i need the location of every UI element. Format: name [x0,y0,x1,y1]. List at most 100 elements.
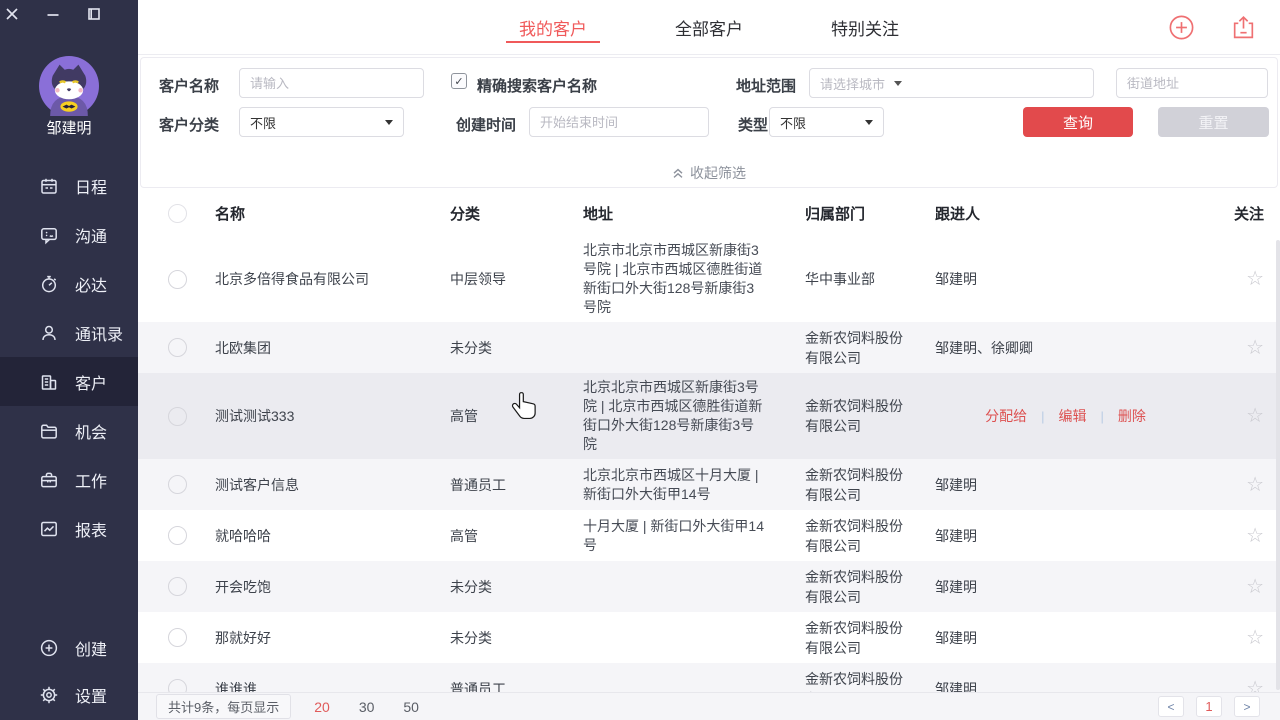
maximize-icon[interactable] [87,7,101,21]
customer-address [583,582,805,592]
customer-name-label: 客户名称 [159,75,219,96]
customer-name: 测试客户信息 [215,475,450,495]
table-body: 北京多倍得食品有限公司 中层领导 北京市北京市西城区新康街3号院 | 北京市西城… [138,236,1280,692]
star-icon[interactable]: ☆ [1246,474,1264,496]
create-time-input[interactable] [529,107,709,137]
exact-search-label: 精确搜索客户名称 [477,75,597,96]
exact-search-checkbox[interactable]: ✓ [451,73,467,89]
tab-特别关注[interactable]: 特别关注 [826,0,904,54]
type-select[interactable]: 不限 [769,107,884,137]
sidebar-item-客户[interactable]: 客户 [0,357,138,406]
sidebar-item-必达[interactable]: 必达 [0,259,138,308]
customer-follower: 邹建明 [935,679,1204,693]
row-select-radio[interactable] [168,338,187,357]
pagination-bar: 共计9条，每页显示 203050 < 1 > [138,692,1280,720]
sidebar-item-沟通[interactable]: 沟通 [0,210,138,259]
calendar-icon [38,175,60,197]
customer-category: 高管 [450,406,583,426]
street-address-input[interactable] [1116,68,1268,98]
sidebar-item-通讯录[interactable]: 通讯录 [0,308,138,357]
export-icon[interactable] [1231,14,1256,41]
row-action-分配给[interactable]: 分配给 [985,406,1027,426]
customer-department: 金新农饲料股份有限公司 [805,396,935,436]
filter-panel: 客户名称 ✓ 精确搜索客户名称 地址范围 请选择城市 客户分类 不限 创建时间 … [140,57,1278,188]
table-row[interactable]: 就哈哈哈 高管 十月大厦 | 新街口外大街甲14号 金新农饲料股份有限公司 邹建… [138,510,1280,561]
customer-department: 金新农饲料股份有限公司 [805,465,935,505]
customer-address: 北京北京市西城区十月大厦 | 新街口外大街甲14号 [583,461,805,509]
row-action-删除[interactable]: 删除 [1118,406,1146,426]
tab-我的客户[interactable]: 我的客户 [514,0,592,54]
avatar[interactable] [39,56,99,116]
minimize-icon[interactable] [46,7,60,21]
table-row[interactable]: 开会吃饱 未分类 金新农饲料股份有限公司 邹建明 ☆ [138,561,1280,612]
customer-name: 谁谁谁 [215,679,450,693]
window-controls [5,7,101,21]
search-button[interactable]: 查询 [1023,107,1133,137]
sidebar-item-工作[interactable]: 工作 [0,455,138,504]
star-icon[interactable]: ☆ [1246,627,1264,649]
table-row[interactable]: 测试客户信息 普通员工 北京北京市西城区十月大厦 | 新街口外大街甲14号 金新… [138,459,1280,510]
header-category: 分类 [450,203,583,224]
close-icon[interactable] [5,7,19,21]
scrollbar-thumb[interactable] [1276,240,1280,690]
tab-全部客户[interactable]: 全部客户 [670,0,748,54]
row-select-radio[interactable] [168,526,187,545]
row-select-radio[interactable] [168,628,187,647]
customer-department: 金新农饲料股份有限公司 [805,618,935,658]
topbar: 我的客户 全部客户 特别关注 [138,0,1280,55]
table-row[interactable]: 北欧集团 未分类 金新农饲料股份有限公司 邹建明、徐卿卿 ☆ [138,322,1280,373]
create-time-label: 创建时间 [456,114,516,135]
current-page-button[interactable]: 1 [1196,696,1222,717]
page-size-50[interactable]: 50 [403,699,419,715]
sidebar-item-日程[interactable]: 日程 [0,161,138,210]
customer-department: 华中事业部 [805,269,935,289]
customer-name-input[interactable] [239,68,424,98]
sidebar-item-机会[interactable]: 机会 [0,406,138,455]
row-select-radio[interactable] [168,679,187,692]
prev-page-button[interactable]: < [1158,696,1184,717]
page-size-30[interactable]: 30 [359,699,375,715]
star-icon[interactable]: ☆ [1246,405,1264,427]
sidebar-item-label: 报表 [75,517,107,541]
collapse-filter-link[interactable]: 收起筛选 [141,163,1277,183]
row-select-radio[interactable] [168,270,187,289]
category-select[interactable]: 不限 [239,107,404,137]
star-icon[interactable]: ☆ [1246,576,1264,598]
table-row[interactable]: 北京多倍得食品有限公司 中层领导 北京市北京市西城区新康街3号院 | 北京市西城… [138,236,1280,322]
row-action-编辑[interactable]: 编辑 [1059,406,1087,426]
star-icon[interactable]: ☆ [1246,337,1264,359]
sidebar-item-label: 设置 [75,683,107,707]
row-select-radio[interactable] [168,577,187,596]
double-chevron-up-icon [672,167,684,180]
add-icon[interactable] [1168,14,1195,41]
customer-department: 金新农饲料股份有限公司 [805,328,935,368]
customer-category: 普通员工 [450,679,583,693]
customer-name: 那就好好 [215,628,450,648]
checkbox-check-icon: ✓ [454,75,463,88]
sidebar-item-创建[interactable]: 创建 [0,624,138,671]
table-row[interactable]: 那就好好 未分类 金新农饲料股份有限公司 邹建明 ☆ [138,612,1280,663]
select-all-radio[interactable] [168,204,187,223]
next-page-button[interactable]: > [1234,696,1260,717]
row-select-radio[interactable] [168,407,187,426]
star-icon[interactable]: ☆ [1246,678,1264,693]
page-size-20[interactable]: 20 [314,699,330,715]
row-select-radio[interactable] [168,475,187,494]
app-window: 邹建明 日程沟通必达通讯录客户机会工作报表 创建设置 我的客户全部客户特别关注 … [0,0,1280,720]
sidebar-item-label: 机会 [75,419,107,443]
sidebar-footer: 创建设置 [0,624,138,720]
page-size-options: 20 30 50 [314,699,419,715]
sidebar-item-报表[interactable]: 报表 [0,504,138,553]
briefcase-icon [38,469,60,491]
city-select[interactable]: 请选择城市 [809,68,1094,98]
star-icon[interactable]: ☆ [1246,268,1264,290]
timer-icon [38,273,60,295]
customer-follower: 邹建明、徐卿卿 [935,338,1204,358]
sidebar-item-设置[interactable]: 设置 [0,671,138,718]
chevron-down-icon [385,120,393,125]
star-icon[interactable]: ☆ [1246,525,1264,547]
table-row[interactable]: 谁谁谁 普通员工 金新农饲料股份有限公司 邹建明 ☆ [138,663,1280,692]
table-row[interactable]: 测试测试333 高管 北京北京市西城区新康街3号院 | 北京市西城区德胜街道新街… [138,373,1280,459]
customer-category: 未分类 [450,577,583,597]
reset-button[interactable]: 重置 [1158,107,1269,137]
